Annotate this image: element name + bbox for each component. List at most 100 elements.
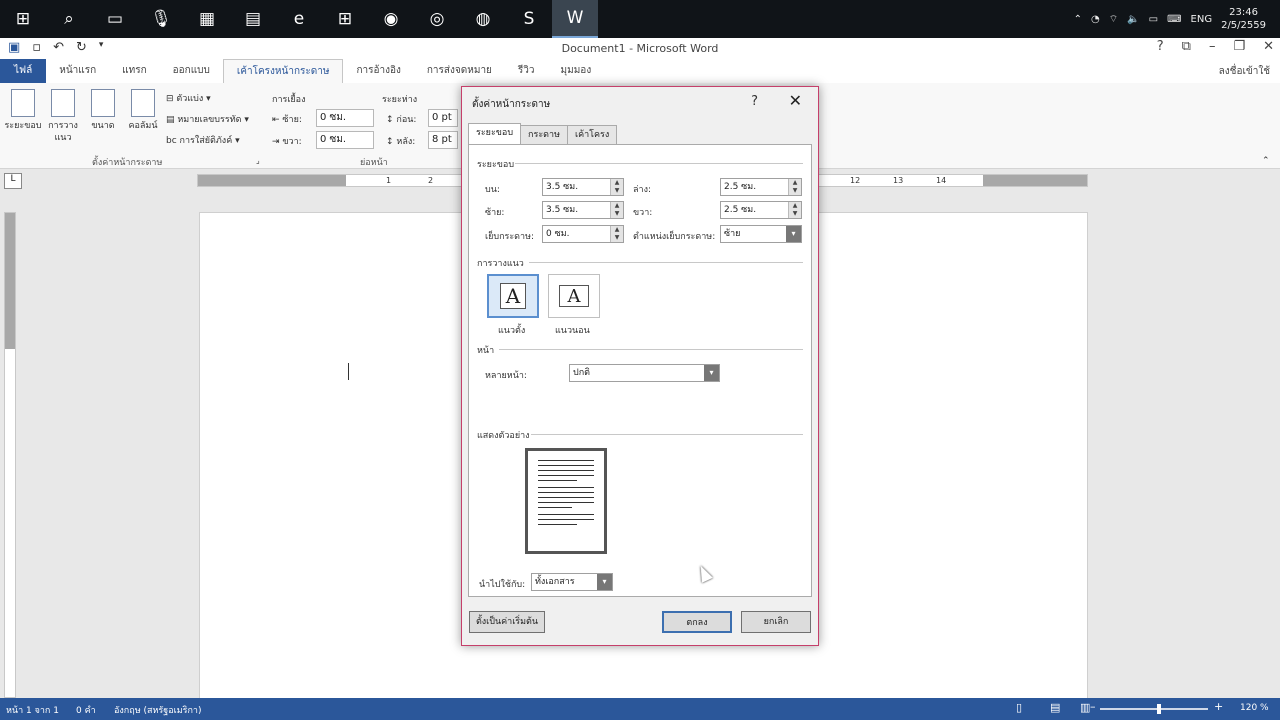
tab-paper[interactable]: กระดาษ <box>520 125 568 144</box>
task-view-icon[interactable]: ▭ <box>92 0 138 38</box>
portrait-icon: A <box>500 283 526 309</box>
tab-references[interactable]: การอ้างอิง <box>343 59 413 83</box>
spinner-arrows-icon[interactable]: ▲ ▼ <box>788 202 801 218</box>
calculator-icon[interactable]: ▦ <box>184 0 230 38</box>
size-icon <box>91 89 115 117</box>
columns-icon <box>131 89 155 117</box>
ok-button[interactable]: ตกลง <box>662 611 732 633</box>
ribbon-tabs: ไฟล์ หน้าแรก แทรก ออกแบบ เค้าโครงหน้ากระ… <box>0 59 1280 83</box>
close-icon[interactable]: ✕ <box>1263 39 1274 54</box>
input-language[interactable]: ENG <box>1191 14 1213 25</box>
spacing-after-input[interactable]: 8 pt <box>428 131 458 149</box>
zoom-level[interactable]: 120 % <box>1240 703 1269 713</box>
spinner-arrows-icon[interactable]: ▲ ▼ <box>610 202 623 218</box>
line-numbers-button[interactable]: ▤ หมายเลขบรรทัด ▾ <box>166 112 249 126</box>
tab-view[interactable]: มุมมอง <box>548 59 605 83</box>
zoom-slider[interactable] <box>1100 704 1208 714</box>
help-icon[interactable]: ? <box>1157 39 1164 54</box>
vruler-top-margin <box>5 213 15 349</box>
wifi-icon[interactable]: ⌔ <box>1109 13 1118 26</box>
dialog-help-icon[interactable]: ? <box>751 94 758 109</box>
word-icon[interactable]: W <box>552 0 598 38</box>
keyboard-icon[interactable]: ⌨ <box>1167 14 1181 25</box>
tab-selector[interactable]: L <box>4 173 22 189</box>
print-layout-icon[interactable]: ▤ <box>1050 701 1060 714</box>
spinner-arrows-icon[interactable]: ▲ ▼ <box>610 179 623 195</box>
file-explorer-icon[interactable]: ▤ <box>230 0 276 38</box>
tab-home[interactable]: หน้าแรก <box>46 59 109 83</box>
chevron-down-icon[interactable]: ▾ <box>597 574 612 590</box>
zoom-out-icon[interactable]: – <box>1090 700 1096 713</box>
landscape-option[interactable]: A <box>548 274 600 318</box>
system-tray: ⌃ ◔ ⌔ 🔈 ▭ ⌨ ENG 23:46 2/5/2559 <box>1074 0 1280 38</box>
zoom-slider-thumb[interactable] <box>1157 704 1162 714</box>
collapse-ribbon-icon[interactable]: ⌃ <box>1262 156 1270 166</box>
chrome-icon[interactable]: ◎ <box>414 0 460 38</box>
set-as-default-button[interactable]: ตั้งเป็นค่าเริ่มต้น <box>469 611 545 633</box>
chevron-down-icon[interactable]: ▾ <box>786 226 801 242</box>
left-margin-input[interactable]: 3.5 ซม. ▲ ▼ <box>542 201 624 219</box>
bottom-margin-input[interactable]: 2.5 ซม. ▲ ▼ <box>720 178 802 196</box>
tab-design[interactable]: ออกแบบ <box>160 59 223 83</box>
tab-insert[interactable]: แทรก <box>109 59 159 83</box>
minimize-icon[interactable]: – <box>1209 39 1216 54</box>
margins-button[interactable]: ระยะขอบ <box>4 89 42 132</box>
zoom-in-icon[interactable]: + <box>1214 700 1223 713</box>
portrait-option[interactable]: A <box>487 274 539 318</box>
vertical-ruler[interactable] <box>4 212 16 698</box>
multiple-pages-select[interactable]: ปกติ ▾ <box>569 364 720 382</box>
spacing-before-input[interactable]: 0 pt <box>428 109 458 127</box>
indent-right-input[interactable]: 0 ซม. <box>316 131 374 149</box>
tab-mailings[interactable]: การส่งจดหมาย <box>414 59 505 83</box>
breaks-button[interactable]: ⊟ ตัวแบ่ง ▾ <box>166 91 211 105</box>
page-setup-dialog: ตั้งค่าหน้ากระดาษ ? ✕ ระยะขอบ กระดาษ เค้… <box>461 86 819 646</box>
edge-icon[interactable]: e <box>276 0 322 38</box>
dialog-close-icon[interactable]: ✕ <box>789 91 802 110</box>
store-icon[interactable]: ⊞ <box>322 0 368 38</box>
gutter-input[interactable]: 0 ซม. ▲ ▼ <box>542 225 624 243</box>
restore-icon[interactable]: ❐ <box>1233 39 1245 54</box>
tab-review[interactable]: รีวิว <box>505 59 548 83</box>
web-layout-icon[interactable]: ▥ <box>1080 701 1090 714</box>
spinner-arrows-icon[interactable]: ▲ ▼ <box>610 226 623 242</box>
ribbon-display-icon[interactable]: ⧉ <box>1182 39 1191 54</box>
page-setup-launcher-icon[interactable]: ⌟ <box>256 156 260 165</box>
orientation-button[interactable]: การวางแนว <box>44 89 82 144</box>
left-margin-label: ซ้าย: <box>485 208 505 218</box>
app-s-icon[interactable]: S <box>506 0 552 38</box>
language-status[interactable]: อังกฤษ (สหรัฐอเมริกา) <box>114 703 202 717</box>
windows-taskbar: ⊞ ⌕ ▭ 🎙 ▦ ▤ e ⊞ ◉ ◎ ◍ S W ⌃ ◔ ⌔ 🔈 ▭ ⌨ EN… <box>0 0 1280 38</box>
volume-icon[interactable]: 🔈 <box>1127 14 1139 25</box>
windows-logo-icon[interactable]: ⊞ <box>0 0 46 38</box>
size-button[interactable]: ขนาด <box>84 89 122 132</box>
hyphenation-button[interactable]: bc การใส่ยัติภังค์ ▾ <box>166 133 240 147</box>
tab-margins[interactable]: ระยะขอบ <box>468 123 522 144</box>
spacing-before-label: ↕ ก่อน: <box>386 115 417 125</box>
chevron-down-icon[interactable]: ▾ <box>704 365 719 381</box>
right-margin-input[interactable]: 2.5 ซม. ▲ ▼ <box>720 201 802 219</box>
indent-left-input[interactable]: 0 ซม. <box>316 109 374 127</box>
apply-to-select[interactable]: ทั้งเอกสาร ▾ <box>531 573 613 591</box>
cancel-button[interactable]: ยกเลิก <box>741 611 811 633</box>
word-count[interactable]: 0 คำ <box>76 703 96 717</box>
clock[interactable]: 23:46 2/5/2559 <box>1221 6 1266 32</box>
hyphenation-label: การใส่ยัติภังค์ <box>179 136 233 146</box>
chevron-up-icon[interactable]: ⌃ <box>1074 14 1082 25</box>
firefox-icon[interactable]: ◍ <box>460 0 506 38</box>
tab-dialog-layout[interactable]: เค้าโครง <box>567 125 618 144</box>
columns-button[interactable]: คอลัมน์ <box>124 89 162 132</box>
app-icon[interactable]: ◉ <box>368 0 414 38</box>
tab-file[interactable]: ไฟล์ <box>0 59 47 83</box>
search-icon[interactable]: ⌕ <box>46 0 92 38</box>
page-count[interactable]: หน้า 1 จาก 1 <box>6 703 59 717</box>
sign-in-link[interactable]: ลงชื่อเข้าใช้ <box>1219 64 1270 79</box>
landscape-icon: A <box>559 285 589 307</box>
network-icon[interactable]: ◔ <box>1091 14 1100 25</box>
gutter-position-select[interactable]: ซ้าย ▾ <box>720 225 802 243</box>
top-margin-input[interactable]: 3.5 ซม. ▲ ▼ <box>542 178 624 196</box>
read-mode-icon[interactable]: ▯ <box>1016 701 1022 714</box>
microphone-icon[interactable]: 🎙 <box>138 0 184 38</box>
spinner-arrows-icon[interactable]: ▲ ▼ <box>788 179 801 195</box>
notification-icon[interactable]: ▭ <box>1149 14 1158 25</box>
tab-layout[interactable]: เค้าโครงหน้ากระดาษ <box>222 59 344 83</box>
